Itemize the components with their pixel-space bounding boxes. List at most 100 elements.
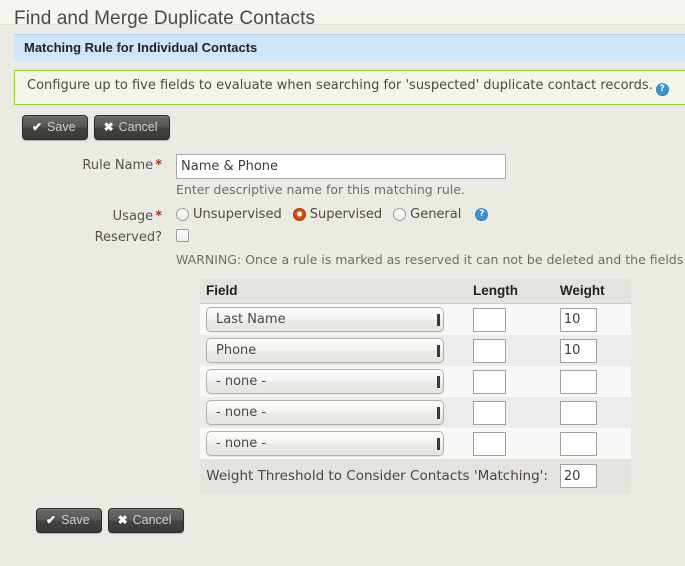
save-button-top-label: Save bbox=[47, 120, 76, 134]
weight-input-1[interactable] bbox=[559, 307, 597, 332]
usage-radio-group: Unsupervised Supervised General ? bbox=[176, 205, 685, 222]
reserved-checkbox[interactable] bbox=[176, 229, 189, 242]
cancel-button-bottom[interactable]: ✖ Cancel bbox=[107, 508, 184, 533]
help-circle-icon[interactable]: ? bbox=[655, 83, 669, 96]
length-cell bbox=[467, 335, 554, 366]
usage-option-general[interactable]: General bbox=[393, 207, 461, 222]
length-cell bbox=[467, 303, 554, 335]
usage-option-unsupervised-label: Unsupervised bbox=[193, 207, 282, 222]
rule-name-input[interactable] bbox=[176, 154, 506, 179]
length-cell bbox=[467, 397, 554, 428]
table-row: Last Name bbox=[200, 303, 631, 335]
threshold-cell bbox=[553, 459, 631, 494]
field-select-5-value: - none - bbox=[216, 436, 267, 451]
reserved-label: Reserved? bbox=[94, 230, 162, 245]
chevron-down-icon bbox=[437, 345, 440, 357]
save-button-top[interactable]: ✔ Save bbox=[22, 115, 88, 140]
field-select-4[interactable]: - none - bbox=[206, 400, 444, 425]
field-cell: Phone bbox=[200, 335, 468, 366]
required-marker: * bbox=[155, 209, 162, 224]
close-icon: ✖ bbox=[117, 513, 128, 527]
usage-help-circle-icon[interactable]: ? bbox=[475, 208, 489, 221]
threshold-input[interactable] bbox=[559, 464, 597, 488]
weight-cell bbox=[553, 335, 631, 366]
page-content: Matching Rule for Individual Contacts Co… bbox=[0, 25, 685, 543]
field-select-2-value: Phone bbox=[216, 343, 257, 358]
page-title-bar: Find and Merge Duplicate Contacts bbox=[0, 0, 685, 29]
required-marker: * bbox=[155, 158, 162, 173]
close-icon: ✖ bbox=[103, 120, 114, 134]
field-select-1-value: Last Name bbox=[216, 312, 286, 327]
save-button-bottom[interactable]: ✔ Save bbox=[36, 508, 102, 533]
length-input-3[interactable] bbox=[473, 369, 507, 394]
matching-rule-form: Rule Name* Enter descriptive name for th… bbox=[14, 148, 685, 269]
cancel-button-top-label: Cancel bbox=[118, 120, 158, 134]
usage-label-text: Usage bbox=[112, 209, 154, 224]
help-message-box: Configure up to five fields to evaluate … bbox=[14, 70, 685, 105]
weight-input-5[interactable] bbox=[559, 431, 597, 456]
usage-option-unsupervised[interactable]: Unsupervised bbox=[176, 207, 282, 222]
usage-row: Usage * Unsupervised Supervised General ? bbox=[14, 205, 685, 224]
field-select-3[interactable]: - none - bbox=[206, 369, 444, 394]
check-icon: ✔ bbox=[46, 513, 57, 527]
bottom-button-bar: ✔ Save ✖ Cancel bbox=[14, 494, 685, 543]
field-cell: Last Name bbox=[200, 303, 468, 335]
chevron-down-icon bbox=[437, 407, 440, 419]
field-cell: - none - bbox=[200, 366, 468, 397]
field-select-3-value: - none - bbox=[216, 374, 267, 389]
rule-name-control: Enter descriptive name for this matching… bbox=[176, 154, 685, 203]
rule-name-hint: Enter descriptive name for this matching… bbox=[176, 182, 465, 197]
table-header-row: Field Length Weight bbox=[200, 279, 631, 304]
rule-name-label-text: Rule Name bbox=[82, 158, 154, 173]
table-row: Phone bbox=[200, 335, 631, 366]
weight-input-2[interactable] bbox=[559, 338, 597, 363]
usage-label: Usage * bbox=[14, 205, 176, 224]
usage-control: Unsupervised Supervised General ? bbox=[176, 205, 685, 222]
chevron-down-icon bbox=[437, 376, 440, 388]
field-select-2[interactable]: Phone bbox=[206, 338, 444, 363]
rule-name-row: Rule Name* Enter descriptive name for th… bbox=[14, 154, 685, 203]
table-body: Last Name Phone - none - bbox=[200, 303, 631, 494]
weight-cell bbox=[553, 428, 631, 459]
reserved-warning-text: WARNING: Once a rule is marked as reserv… bbox=[176, 252, 685, 267]
radio-general-icon[interactable] bbox=[393, 208, 407, 221]
cancel-button-bottom-label: Cancel bbox=[132, 513, 172, 527]
threshold-row: Weight Threshold to Consider Contacts 'M… bbox=[200, 459, 631, 494]
field-cell: - none - bbox=[200, 428, 468, 459]
page-title: Find and Merge Duplicate Contacts bbox=[14, 8, 316, 29]
cancel-button-top[interactable]: ✖ Cancel bbox=[93, 115, 170, 140]
field-select-1[interactable]: Last Name bbox=[206, 307, 444, 332]
length-input-2[interactable] bbox=[473, 338, 507, 363]
weight-input-3[interactable] bbox=[559, 369, 597, 394]
rule-name-label: Rule Name * bbox=[14, 154, 176, 173]
usage-option-general-label: General bbox=[410, 207, 462, 222]
table-row: - none - bbox=[200, 366, 631, 397]
radio-supervised-icon[interactable] bbox=[292, 208, 306, 221]
weight-cell bbox=[553, 397, 631, 428]
length-cell bbox=[467, 428, 554, 459]
length-input-1[interactable] bbox=[473, 307, 507, 332]
field-cell: - none - bbox=[200, 397, 468, 428]
field-select-4-value: - none - bbox=[216, 405, 267, 420]
reserved-row: Reserved? WARNING: Once a rule is marked… bbox=[14, 226, 685, 269]
rules-table-wrapper: Field Length Weight Last Name Phone bbox=[14, 279, 685, 494]
column-header-weight: Weight bbox=[553, 279, 631, 304]
column-header-field: Field bbox=[200, 279, 468, 304]
table-row: - none - bbox=[200, 397, 631, 428]
table-row: - none - bbox=[200, 428, 631, 459]
length-input-5[interactable] bbox=[473, 431, 507, 456]
length-cell bbox=[467, 366, 554, 397]
check-icon: ✔ bbox=[32, 120, 43, 134]
field-select-5[interactable]: - none - bbox=[206, 431, 444, 456]
section-header: Matching Rule for Individual Contacts bbox=[14, 34, 685, 61]
reserved-control: WARNING: Once a rule is marked as reserv… bbox=[176, 226, 685, 269]
radio-unsupervised-icon[interactable] bbox=[176, 208, 189, 221]
threshold-label: Weight Threshold to Consider Contacts 'M… bbox=[200, 459, 554, 494]
usage-option-supervised-label: Supervised bbox=[309, 207, 383, 222]
matching-fields-table: Field Length Weight Last Name Phone bbox=[200, 279, 631, 494]
length-input-4[interactable] bbox=[473, 400, 507, 425]
top-button-bar: ✔ Save ✖ Cancel bbox=[14, 105, 685, 148]
usage-option-supervised[interactable]: Supervised bbox=[292, 207, 383, 222]
chevron-down-icon bbox=[437, 438, 440, 450]
weight-input-4[interactable] bbox=[559, 400, 597, 425]
